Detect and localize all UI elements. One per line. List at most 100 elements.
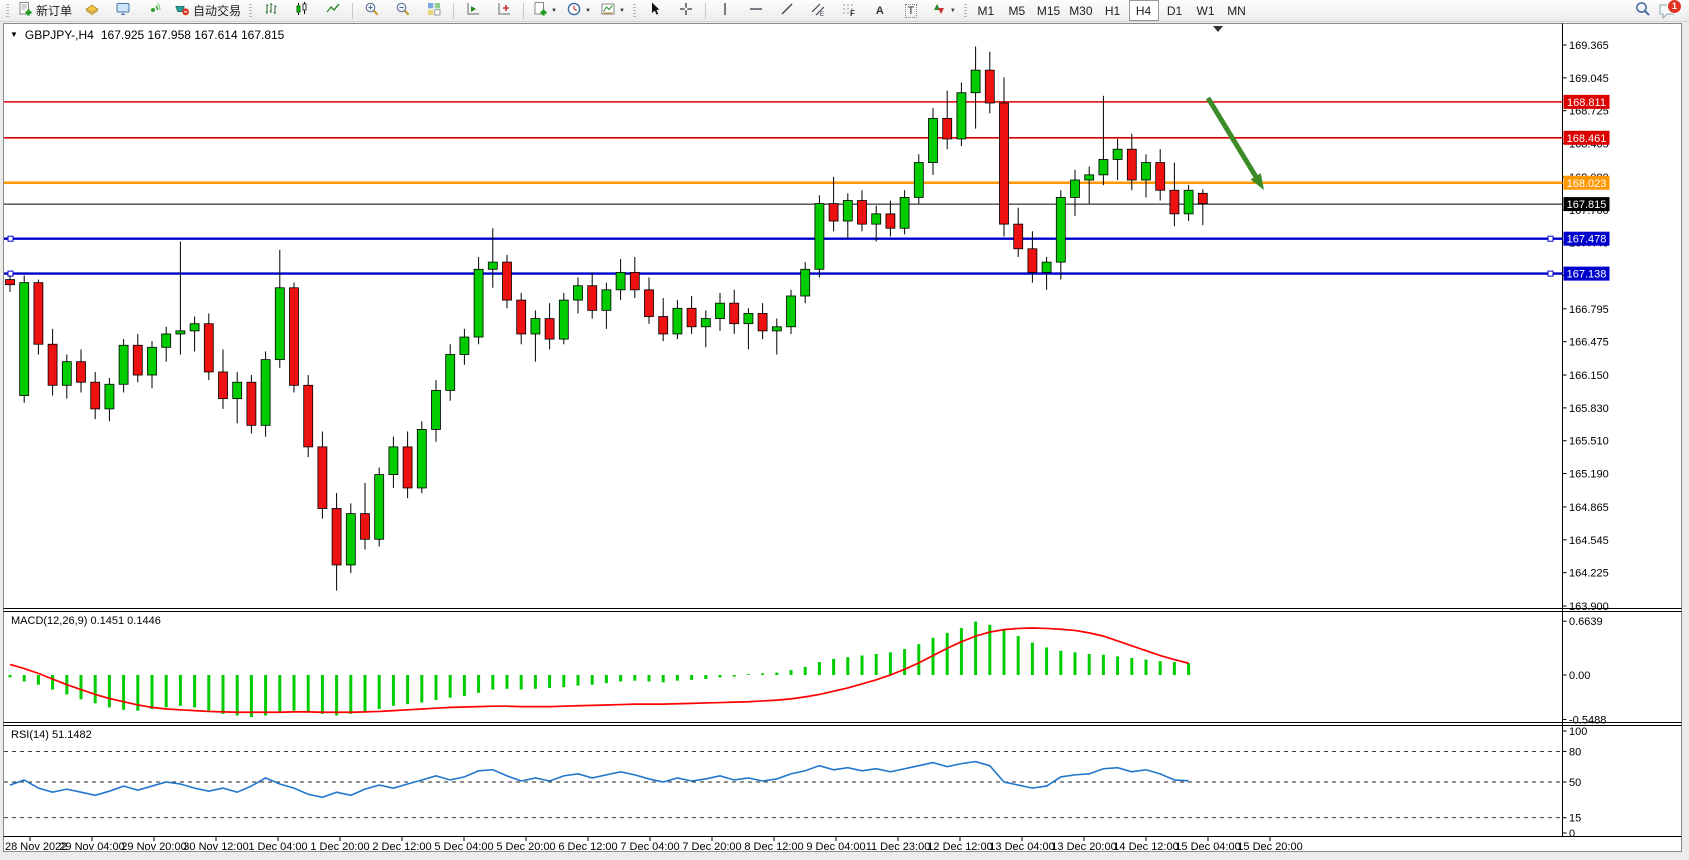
timeframe-m1-button[interactable]: M1: [971, 0, 1001, 21]
svg-text:5 Dec 20:00: 5 Dec 20:00: [496, 841, 555, 853]
svg-text:7 Dec 20:00: 7 Dec 20:00: [682, 841, 741, 853]
svg-text:165.830: 165.830: [1569, 403, 1609, 415]
toolbar-separator: [523, 3, 524, 19]
svg-text:168.811: 168.811: [1567, 97, 1606, 109]
chart-shift-icon: [496, 1, 512, 20]
clock-icon: [566, 1, 582, 20]
crosshair-icon: [678, 1, 694, 20]
text-tool-icon: A: [876, 5, 884, 17]
svg-text:13 Dec 04:00: 13 Dec 04:00: [989, 841, 1054, 853]
channel-tool-button[interactable]: E: [803, 0, 833, 21]
template-icon: [600, 1, 616, 20]
svg-text:50: 50: [1569, 777, 1581, 789]
zoom-out-icon: [395, 1, 411, 20]
svg-text:1 Dec 04:00: 1 Dec 04:00: [248, 841, 307, 853]
chart-title: ▼ GBPJPY-,H4 167.925 167.958 167.614 167…: [10, 28, 284, 42]
line-anchor-handle[interactable]: [1548, 271, 1553, 276]
svg-text:6 Dec 12:00: 6 Dec 12:00: [558, 841, 617, 853]
text-label-tool-button[interactable]: T: [896, 0, 926, 21]
new-chart-button[interactable]: ▼: [528, 0, 561, 21]
tile-windows-icon: [426, 1, 442, 20]
chart-shift-button[interactable]: [489, 0, 519, 21]
svg-text:167.138: 167.138: [1567, 269, 1607, 281]
toolbar-grip[interactable]: [249, 4, 252, 18]
svg-text:165.510: 165.510: [1569, 436, 1609, 448]
new-order-label: 新订单: [36, 2, 72, 19]
text-label-icon: T: [905, 4, 918, 18]
candlestick-mode-button[interactable]: [287, 0, 317, 21]
svg-text:2 Dec 12:00: 2 Dec 12:00: [372, 841, 431, 853]
cursor-tool-button[interactable]: [640, 0, 670, 21]
timeframe-d1-button[interactable]: D1: [1160, 0, 1190, 21]
chart-autoscroll-button[interactable]: [458, 0, 488, 21]
auto-trading-button[interactable]: 自动交易: [170, 0, 245, 21]
timeframe-m15-button[interactable]: M15: [1033, 0, 1064, 21]
svg-text:0: 0: [1569, 828, 1575, 840]
strategy-tester-button[interactable]: [139, 0, 169, 21]
svg-text:7 Dec 04:00: 7 Dec 04:00: [620, 841, 679, 853]
svg-text:8 Dec 12:00: 8 Dec 12:00: [744, 841, 803, 853]
arrows-tool-button[interactable]: ▼: [927, 0, 960, 21]
chart-canvas[interactable]: 169.365169.045168.725168.405168.080167.7…: [0, 0, 1689, 860]
chart-menu-triangle-icon[interactable]: ▼: [10, 31, 18, 39]
line-anchor-handle[interactable]: [1548, 236, 1553, 241]
svg-text:15 Dec 20:00: 15 Dec 20:00: [1237, 841, 1302, 853]
timeframe-h4-button[interactable]: H4: [1129, 0, 1159, 21]
dropdown-caret-icon: ▼: [551, 8, 557, 14]
svg-text:14 Dec 12:00: 14 Dec 12:00: [1113, 841, 1178, 853]
toolbar-grip[interactable]: [6, 4, 9, 18]
line-chart-mode-button[interactable]: [318, 0, 348, 21]
timeframe-m30-button[interactable]: M30: [1065, 0, 1096, 21]
svg-text:166.795: 166.795: [1569, 304, 1609, 316]
dropdown-caret-icon: ▼: [619, 8, 625, 14]
new-chart-icon: [532, 1, 548, 20]
auto-trading-label: 自动交易: [193, 2, 241, 19]
auto-trading-icon: [174, 1, 190, 20]
timeframe-w1-button[interactable]: W1: [1191, 0, 1221, 21]
line-anchor-handle[interactable]: [8, 236, 13, 241]
horizontal-line-icon: [748, 1, 764, 20]
zoom-in-icon: [364, 1, 380, 20]
chart-symbol-button[interactable]: [77, 0, 107, 21]
search-icon[interactable]: [1634, 0, 1652, 21]
dropdown-caret-icon: ▼: [585, 8, 591, 14]
chart-window-frame: [4, 24, 1682, 852]
timeframe-group: M1M5M15M30H1H4D1W1MN: [971, 0, 1252, 21]
svg-text:163.900: 163.900: [1569, 601, 1609, 613]
svg-text:166.475: 166.475: [1569, 337, 1609, 349]
chat-notifications-button[interactable]: 1: [1658, 2, 1678, 20]
timeframe-mn-button[interactable]: MN: [1222, 0, 1252, 21]
chart-symbol-period: GBPJPY-,H4: [25, 28, 94, 42]
vertical-line-tool-button[interactable]: [710, 0, 740, 21]
horizontal-line-tool-button[interactable]: [741, 0, 771, 21]
timeframe-m5-button[interactable]: M5: [1002, 0, 1032, 21]
terminal-button[interactable]: [108, 0, 138, 21]
bar-chart-mode-button[interactable]: [256, 0, 286, 21]
dropdown-caret-icon: ▼: [950, 8, 956, 14]
svg-text:29 Nov 04:00: 29 Nov 04:00: [59, 841, 124, 853]
line-anchor-handle[interactable]: [8, 271, 13, 276]
crosshair-tool-button[interactable]: [671, 0, 701, 21]
timeframe-h1-button[interactable]: H1: [1098, 0, 1128, 21]
toolbar-grip[interactable]: [633, 4, 636, 18]
svg-text:165.190: 165.190: [1569, 469, 1609, 481]
chart-ohlc-readout: 167.925 167.958 167.614 167.815: [101, 28, 285, 42]
cursor-icon: [647, 1, 663, 20]
svg-text:0.00: 0.00: [1569, 670, 1590, 682]
svg-text:28 Nov 2022: 28 Nov 2022: [5, 841, 67, 853]
trendline-tool-button[interactable]: [772, 0, 802, 21]
trendline-icon: [779, 1, 795, 20]
svg-text:13 Dec 20:00: 13 Dec 20:00: [1051, 841, 1116, 853]
periods-button[interactable]: ▼: [562, 0, 595, 21]
new-order-button[interactable]: 新订单: [13, 0, 76, 21]
zoom-in-button[interactable]: [357, 0, 387, 21]
toolbar-grip[interactable]: [964, 4, 967, 18]
templates-button[interactable]: ▼: [596, 0, 629, 21]
zoom-out-button[interactable]: [388, 0, 418, 21]
text-tool-button[interactable]: A: [865, 0, 895, 21]
mt4-window: { "toolbar": { "new_order_label": "新订单",…: [0, 0, 1689, 860]
arrow-objects-icon: [931, 1, 947, 20]
fibonacci-tool-button[interactable]: F: [834, 0, 864, 21]
line-chart-icon: [325, 1, 341, 20]
tile-windows-button[interactable]: [419, 0, 449, 21]
